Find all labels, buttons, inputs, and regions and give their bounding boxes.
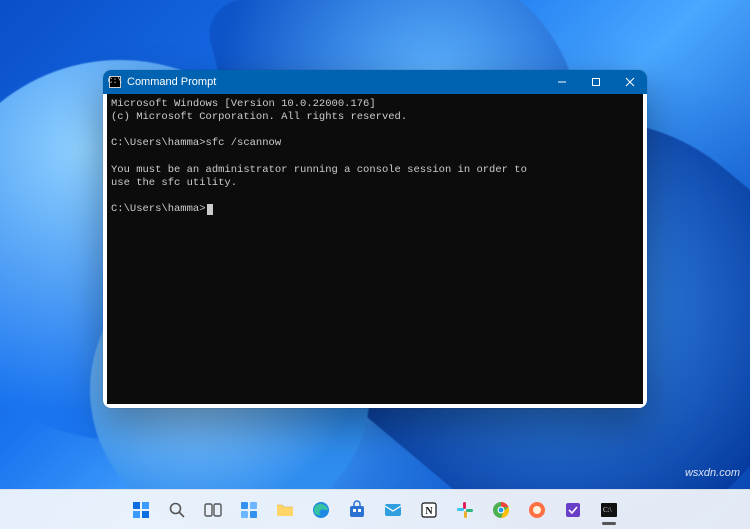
terminal-output: You must be an administrator running a c… — [111, 164, 527, 176]
window-title: Command Prompt — [127, 76, 216, 88]
svg-text:C:\: C:\ — [603, 506, 612, 514]
window-controls — [545, 70, 647, 94]
terminal-output: use the sfc utility. — [111, 177, 237, 189]
edge-button[interactable] — [306, 495, 336, 525]
maximize-icon — [591, 77, 601, 87]
snip-button[interactable] — [558, 495, 588, 525]
browser-icon — [527, 500, 547, 520]
desktop: wsxdn.com C:\ Command Prompt Microsoft W… — [0, 0, 750, 529]
close-button[interactable] — [613, 70, 647, 94]
titlebar-left: C:\ Command Prompt — [109, 76, 216, 88]
terminal-line: (c) Microsoft Corporation. All rights re… — [111, 111, 407, 123]
slack-icon — [455, 500, 475, 520]
folder-icon — [275, 500, 295, 520]
close-icon — [625, 77, 635, 87]
svg-text:N: N — [425, 506, 433, 517]
search-button[interactable] — [162, 495, 192, 525]
search-icon — [167, 500, 187, 520]
terminal-prompt: C:\Users\hamma> — [111, 203, 206, 215]
chrome-button[interactable] — [486, 495, 516, 525]
minimize-icon — [557, 77, 567, 87]
maximize-button[interactable] — [579, 70, 613, 94]
task-view-button[interactable] — [198, 495, 228, 525]
slack-button[interactable] — [450, 495, 480, 525]
edge-icon — [311, 500, 331, 520]
minimize-button[interactable] — [545, 70, 579, 94]
cmd-icon: C:\ — [599, 500, 619, 520]
snip-icon — [563, 500, 583, 520]
terminal-command: sfc /scannow — [206, 137, 282, 149]
start-icon — [131, 500, 151, 520]
store-icon — [347, 500, 367, 520]
taskbar[interactable]: N C:\ — [0, 489, 750, 529]
file-explorer-button[interactable] — [270, 495, 300, 525]
notion-icon: N — [419, 500, 439, 520]
store-button[interactable] — [342, 495, 372, 525]
terminal-line: Microsoft Windows [Version 10.0.22000.17… — [111, 98, 376, 110]
taskbar-center: N C:\ — [126, 495, 624, 525]
cmd-icon: C:\ — [109, 76, 121, 88]
notion-button[interactable]: N — [414, 495, 444, 525]
widgets-button[interactable] — [234, 495, 264, 525]
command-prompt-window[interactable]: C:\ Command Prompt Microsoft Windows [Ve… — [103, 70, 647, 408]
terminal-area[interactable]: Microsoft Windows [Version 10.0.22000.17… — [107, 94, 643, 404]
cmd-taskbar-button[interactable]: C:\ — [594, 495, 624, 525]
chrome-icon — [491, 500, 511, 520]
widgets-icon — [239, 500, 259, 520]
browser-button[interactable] — [522, 495, 552, 525]
mail-button[interactable] — [378, 495, 408, 525]
terminal-prompt: C:\Users\hamma> — [111, 137, 206, 149]
watermark-text: wsxdn.com — [685, 467, 740, 479]
mail-icon — [383, 500, 403, 520]
start-button[interactable] — [126, 495, 156, 525]
terminal-cursor — [207, 204, 213, 215]
task-view-icon — [203, 500, 223, 520]
titlebar[interactable]: C:\ Command Prompt — [103, 70, 647, 94]
